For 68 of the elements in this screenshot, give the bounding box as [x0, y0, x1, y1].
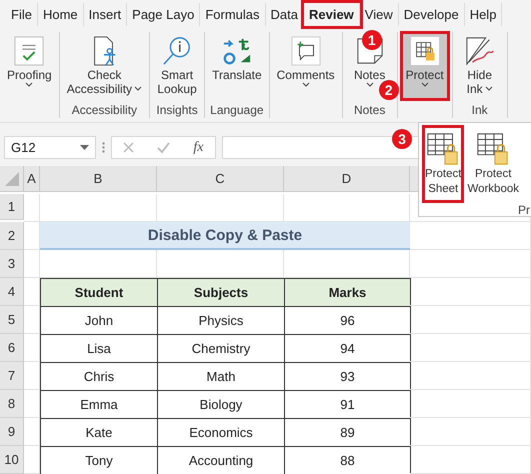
grid-cell[interactable] [410, 306, 531, 334]
ink-pen-icon [464, 36, 495, 66]
grid-cell[interactable] [410, 278, 531, 306]
row-header[interactable]: 5 [0, 306, 24, 334]
step-badge: 2 [378, 80, 399, 100]
protect-sheet-icon [410, 36, 440, 66]
table-header-cell: Subjects [157, 278, 285, 307]
ribbon-button[interactable]: Comments [272, 32, 339, 90]
ribbon-button[interactable]: Protect [400, 32, 449, 100]
ribbon-button[interactable]: Translate [208, 32, 266, 84]
row-header[interactable]: 3 [0, 250, 24, 278]
ribbon-tab[interactable]: Page Layo [127, 2, 200, 26]
grid-cell[interactable] [410, 362, 531, 390]
row-header[interactable]: 8 [0, 390, 24, 418]
insert-function-button[interactable]: fx [193, 140, 204, 156]
table-header-cell: Student [40, 278, 158, 307]
ribbon-tab[interactable]: Insert [84, 2, 128, 26]
column-header[interactable]: B [40, 166, 157, 192]
grip-icon [102, 142, 105, 153]
table-header-cell: Marks [284, 278, 411, 307]
ribbon-button[interactable]: Smart Lookup [153, 32, 202, 98]
grid-cell[interactable] [24, 250, 40, 278]
ribbon-tab[interactable]: Develope [398, 2, 465, 26]
cancel-icon[interactable] [123, 142, 134, 153]
ribbon-tab[interactable]: Data [266, 2, 304, 26]
column-header[interactable]: C [157, 166, 284, 192]
search-icon [162, 36, 192, 66]
ribbon-button[interactable]: Hide Ink [456, 32, 504, 98]
ribbon-tab[interactable]: View [360, 2, 399, 26]
ribbon-tab[interactable]: Review [304, 2, 360, 26]
group-label: Ink [472, 103, 488, 118]
enter-check-icon[interactable] [157, 142, 170, 153]
row-header[interactable]: 7 [0, 362, 24, 390]
ribbon-button[interactable]: Proofing [3, 32, 56, 90]
column-header[interactable]: A [24, 166, 40, 192]
name-box[interactable]: G12 [4, 136, 96, 159]
ribbon-tab[interactable]: File [6, 2, 38, 26]
ribbon-tab[interactable]: Formulas [200, 2, 266, 26]
column-header[interactable]: D [284, 166, 410, 192]
row-header[interactable]: 1 [0, 194, 24, 220]
row-header[interactable]: 2 [0, 222, 24, 250]
select-all-corner[interactable] [0, 166, 24, 192]
grid-cell[interactable] [410, 250, 531, 278]
group-label: Insights [156, 103, 198, 118]
menu-item[interactable]: Protect Workbook [464, 125, 522, 203]
spelling-check-icon [14, 36, 44, 66]
row-header[interactable]: 10 [0, 446, 24, 474]
ribbon-tab[interactable]: Home [38, 2, 84, 26]
row-header[interactable]: 4 [0, 278, 24, 306]
group-label: Language [210, 103, 264, 118]
ribbon-tab[interactable]: Help [464, 2, 502, 26]
grid-cell[interactable] [410, 222, 531, 250]
grid-cell[interactable] [410, 334, 531, 362]
group-label: Accessibility [72, 103, 138, 118]
grid-cell[interactable] [24, 194, 40, 222]
grid-cell[interactable] [410, 446, 531, 474]
new-comment-icon [290, 36, 321, 66]
row-header[interactable]: 6 [0, 334, 24, 362]
corner-triangle-icon [4, 172, 18, 186]
translate-icon [222, 36, 252, 66]
group-label: Notes [354, 103, 386, 118]
grid-cell[interactable] [410, 418, 531, 446]
row-header[interactable]: 9 [0, 418, 24, 446]
ribbon-button[interactable]: Check Accessibility [62, 32, 146, 98]
group-label: Pr [518, 203, 531, 219]
dropdown-arrow-icon [80, 145, 89, 150]
grid-cell[interactable] [410, 390, 531, 418]
sheet-title: Disable Copy & Paste [40, 222, 410, 250]
